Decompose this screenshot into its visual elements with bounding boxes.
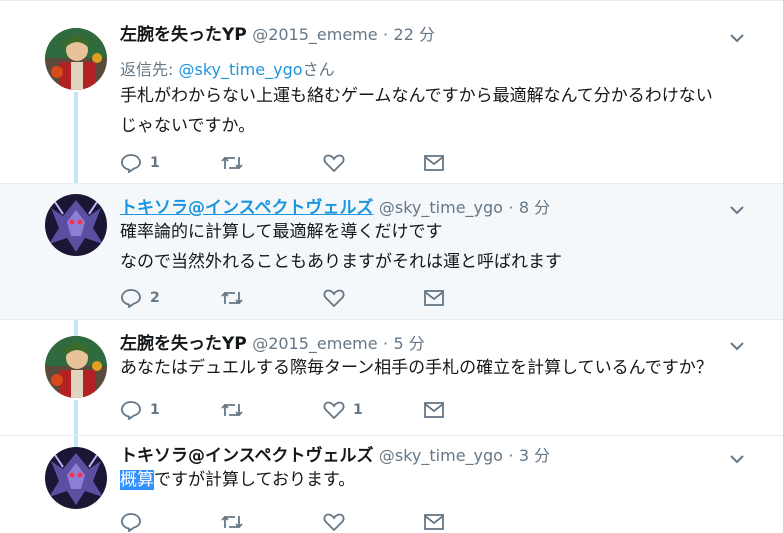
reply-icon	[121, 289, 141, 308]
tweet[interactable]: 左腕を失ったYP @2015_ememe · 22 分 返信先: @sky_ti…	[0, 12, 783, 184]
reply-button[interactable]: 1	[120, 152, 160, 174]
tweet-text-line: 手札がわからない上運も絡むゲームなんですから最適解なんて分かるわけない	[120, 86, 713, 106]
retweet-button[interactable]	[220, 399, 244, 421]
tweet-text-line: 確率論的に計算して最適解を導くだけです	[120, 222, 443, 242]
selected-text: 概算	[120, 470, 154, 490]
author-handle[interactable]: @sky_time_ygo	[379, 446, 503, 465]
separator-dot: ·	[383, 25, 389, 44]
reply-suffix: さん	[302, 60, 335, 79]
tweet-text: 概算ですが計算しております。	[120, 465, 760, 495]
action-bar	[120, 511, 460, 533]
retweet-button[interactable]	[220, 152, 244, 174]
timestamp[interactable]: 3 分	[519, 446, 550, 465]
tweet-header: 左腕を失ったYP @2015_ememe · 5 分	[120, 334, 425, 354]
tweet[interactable]: トキソラ@インスペクトヴェルズ @sky_time_ygo · 8 分 確率論的…	[0, 184, 783, 320]
reply-button[interactable]	[120, 511, 150, 533]
like-button[interactable]	[323, 287, 353, 309]
reply-prefix: 返信先:	[120, 60, 174, 79]
direct-message-button[interactable]	[423, 152, 445, 174]
tweet-text-line: 概算ですが計算しております。	[120, 465, 760, 495]
direct-message-button[interactable]	[423, 399, 445, 421]
retweet-button[interactable]	[220, 287, 244, 309]
heart-icon	[323, 401, 345, 420]
author-name[interactable]: 左腕を失ったYP	[120, 334, 247, 354]
avatar-monster-icon[interactable]	[45, 447, 107, 509]
like-button[interactable]	[323, 152, 353, 174]
like-button[interactable]	[323, 511, 353, 533]
tweet-text-line: じゃないですか。	[120, 116, 256, 136]
tweet-text-line: なので当然外れることもありますがそれは運と呼ばれます	[120, 252, 562, 272]
like-count: 1	[353, 402, 363, 418]
direct-message-button[interactable]	[423, 511, 445, 533]
direct-message-button[interactable]	[423, 287, 445, 309]
heart-icon	[323, 513, 345, 532]
tweet-text: 手札がわからない上運も絡むゲームなんですから最適解なんて分かるわけない じゃない…	[120, 81, 760, 141]
action-bar: 1	[120, 152, 460, 174]
chevron-down-icon[interactable]	[728, 29, 746, 47]
tweet[interactable]: 左腕を失ったYP @2015_ememe · 5 分 あなたはデュエルする際毎タ…	[0, 320, 783, 436]
reply-mention-link[interactable]: @sky_time_ygo	[179, 60, 303, 79]
avatar-character-icon[interactable]	[45, 336, 107, 398]
tweet-header: トキソラ@インスペクトヴェルズ @sky_time_ygo · 8 分	[120, 198, 550, 218]
envelope-icon	[424, 155, 444, 171]
avatar-character-icon[interactable]	[45, 28, 107, 90]
heart-icon	[323, 289, 345, 308]
action-bar: 1 1	[120, 399, 460, 421]
reply-count: 2	[150, 290, 160, 306]
author-handle[interactable]: @2015_ememe	[252, 25, 377, 44]
tweet[interactable]: トキソラ@インスペクトヴェルズ @sky_time_ygo · 3 分 概算です…	[0, 436, 783, 533]
timestamp[interactable]: 5 分	[394, 334, 425, 353]
tweet-header: 左腕を失ったYP @2015_ememe · 22 分	[120, 25, 435, 45]
separator-dot: ·	[383, 334, 389, 353]
reply-count: 1	[150, 155, 160, 171]
envelope-icon	[424, 514, 444, 530]
author-handle[interactable]: @sky_time_ygo	[379, 198, 503, 217]
reply-count: 1	[150, 402, 160, 418]
retweet-icon	[221, 515, 243, 529]
tweet-text: 確率論的に計算して最適解を導くだけです なので当然外れることもありますがそれは運…	[120, 217, 760, 277]
reply-icon	[121, 154, 141, 173]
author-name[interactable]: トキソラ@インスペクトヴェルズ	[120, 446, 373, 466]
reply-context: 返信先: @sky_time_ygoさん	[120, 56, 335, 80]
author-name[interactable]: 左腕を失ったYP	[120, 25, 247, 45]
retweet-button[interactable]	[220, 511, 244, 533]
top-divider	[0, 0, 783, 1]
author-handle[interactable]: @2015_ememe	[252, 334, 377, 353]
separator-dot: ·	[508, 198, 514, 217]
separator-dot: ·	[508, 446, 514, 465]
tweet-text-rest: ですが計算しております。	[154, 470, 356, 490]
tweet-text-line: あなたはデュエルする際毎ターン相手の手札の確立を計算しているんですか？	[120, 358, 713, 378]
envelope-icon	[424, 402, 444, 418]
reply-button[interactable]: 2	[120, 287, 160, 309]
author-name[interactable]: トキソラ@インスペクトヴェルズ	[120, 198, 373, 218]
retweet-icon	[221, 291, 243, 305]
timestamp[interactable]: 22 分	[394, 25, 435, 44]
retweet-icon	[221, 403, 243, 417]
tweet-header: トキソラ@インスペクトヴェルズ @sky_time_ygo · 3 分	[120, 446, 550, 466]
avatar-monster-icon[interactable]	[45, 194, 107, 256]
like-button[interactable]: 1	[323, 399, 363, 421]
action-bar: 2	[120, 287, 460, 309]
retweet-icon	[221, 156, 243, 170]
tweet-text: あなたはデュエルする際毎ターン相手の手札の確立を計算しているんですか？	[120, 353, 760, 383]
envelope-icon	[424, 290, 444, 306]
reply-icon	[121, 401, 141, 420]
timestamp[interactable]: 8 分	[519, 198, 550, 217]
reply-icon	[121, 513, 141, 532]
reply-button[interactable]: 1	[120, 399, 160, 421]
heart-icon	[323, 154, 345, 173]
